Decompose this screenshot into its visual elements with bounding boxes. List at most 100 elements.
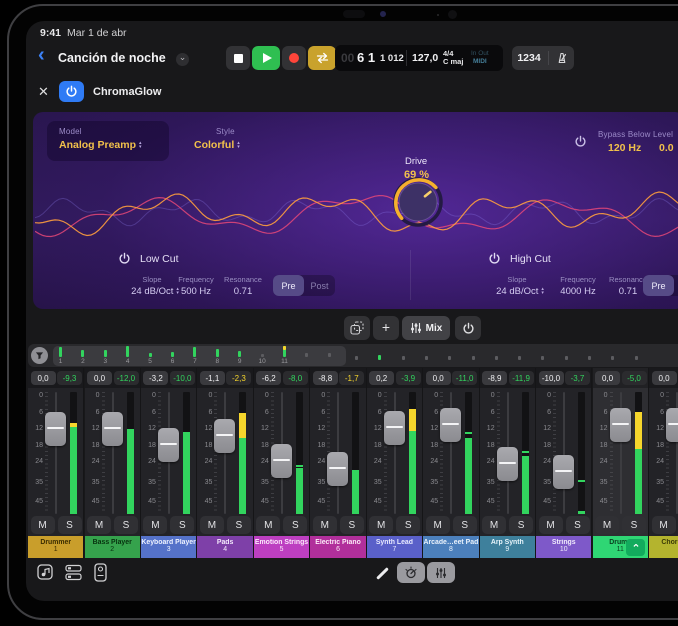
track-name-tab[interactable]: Bass Player2 bbox=[85, 536, 140, 558]
mute-button[interactable]: M bbox=[369, 516, 393, 534]
fader-value-chip[interactable]: 0,2 bbox=[369, 371, 394, 385]
fader-value-chip[interactable]: 0,0 bbox=[595, 371, 620, 385]
peak-value-chip[interactable]: -3,7 bbox=[565, 371, 590, 385]
solo-button[interactable]: S bbox=[396, 516, 420, 534]
solo-button[interactable]: S bbox=[170, 516, 194, 534]
fader-handle[interactable] bbox=[384, 411, 405, 445]
solo-button[interactable]: S bbox=[622, 516, 646, 534]
track-name-tab[interactable]: Chorus V bbox=[649, 536, 678, 558]
fader-handle[interactable] bbox=[271, 444, 292, 478]
track-name-tab[interactable]: Arp Synth9 bbox=[480, 536, 535, 558]
resonance-value[interactable]: 0.71 bbox=[234, 286, 253, 297]
mute-button[interactable]: M bbox=[426, 516, 450, 534]
metronome-icon[interactable] bbox=[555, 51, 569, 65]
count-in-button[interactable]: 1234 bbox=[517, 52, 540, 64]
fader-handle[interactable] bbox=[45, 412, 66, 446]
project-menu-chevron[interactable]: ⌄ bbox=[176, 53, 189, 66]
track-name-tab[interactable]: Synth Lead7 bbox=[367, 536, 422, 558]
mute-button[interactable]: M bbox=[87, 516, 111, 534]
mix-view-button[interactable]: Mix bbox=[402, 316, 450, 340]
mute-button[interactable]: M bbox=[313, 516, 337, 534]
fader-value-chip[interactable]: 0,0 bbox=[426, 371, 451, 385]
track-name-tab[interactable]: Keyboard Player3 bbox=[141, 536, 196, 558]
track-name-tab[interactable]: Emotion Strings5 bbox=[254, 536, 309, 558]
solo-button[interactable]: S bbox=[566, 516, 590, 534]
frequency-value[interactable]: 4000 Hz bbox=[560, 286, 595, 297]
peak-value-chip[interactable]: -1,7 bbox=[339, 371, 364, 385]
mute-button[interactable]: M bbox=[595, 516, 619, 534]
solo-button[interactable]: S bbox=[114, 516, 138, 534]
drive-knob[interactable] bbox=[390, 174, 446, 230]
mute-button[interactable]: M bbox=[143, 516, 167, 534]
peak-value-chip[interactable]: -8,0 bbox=[283, 371, 308, 385]
stop-button[interactable] bbox=[226, 46, 250, 70]
fader-handle[interactable] bbox=[158, 428, 179, 462]
fader-value-chip[interactable]: 0,0 bbox=[87, 371, 112, 385]
style-selector[interactable]: Style Colorful▴▾ bbox=[181, 121, 291, 161]
solo-button[interactable]: S bbox=[509, 516, 533, 534]
fader-handle[interactable] bbox=[214, 419, 235, 453]
bypass-value[interactable]: 120 Hz bbox=[608, 142, 641, 154]
fader-handle[interactable] bbox=[497, 447, 518, 481]
pre-button[interactable]: Pre bbox=[273, 275, 304, 296]
slope-value[interactable]: 24 dB/Oct▴▾ bbox=[131, 286, 179, 297]
fader-handle[interactable] bbox=[553, 455, 574, 489]
solo-button[interactable]: S bbox=[453, 516, 477, 534]
fader-value-chip[interactable]: 0,0 bbox=[31, 371, 56, 385]
track-name-tab[interactable]: Electric Piano6 bbox=[310, 536, 365, 558]
peak-value-chip[interactable]: -3,9 bbox=[396, 371, 421, 385]
project-title[interactable]: Canción de noche bbox=[58, 51, 166, 65]
track-name-tab[interactable]: Pads4 bbox=[197, 536, 252, 558]
peak-value-chip[interactable]: -12,0 bbox=[114, 371, 139, 385]
mixer-power-button[interactable] bbox=[455, 316, 481, 340]
fader-handle[interactable] bbox=[610, 408, 631, 442]
pencil-tool[interactable] bbox=[376, 567, 389, 580]
solo-button[interactable]: S bbox=[227, 516, 251, 534]
peak-value-chip[interactable]: -9,3 bbox=[57, 371, 82, 385]
peak-value-chip[interactable]: -2,3 bbox=[226, 371, 251, 385]
add-track-button[interactable]: + bbox=[373, 316, 399, 340]
post-button[interactable]: Post bbox=[674, 275, 678, 296]
fader-handle[interactable] bbox=[327, 452, 348, 486]
mute-button[interactable]: M bbox=[539, 516, 563, 534]
collapse-mixer-button[interactable]: ⌃ bbox=[626, 539, 645, 556]
high-cut-power-icon[interactable] bbox=[488, 252, 501, 265]
duplicate-button[interactable] bbox=[344, 316, 370, 340]
fader-value-chip[interactable]: -3,2 bbox=[143, 371, 168, 385]
mute-button[interactable]: M bbox=[200, 516, 224, 534]
fader-handle[interactable] bbox=[440, 408, 461, 442]
back-button[interactable]: ‹ bbox=[38, 44, 45, 67]
mute-button[interactable]: M bbox=[31, 516, 55, 534]
tracks-view-icon[interactable] bbox=[65, 564, 83, 581]
record-button[interactable] bbox=[282, 46, 306, 70]
track-name-tab[interactable]: Arcade…eet Pad8 bbox=[423, 536, 478, 558]
mixer-button[interactable] bbox=[427, 562, 455, 583]
peak-value-chip[interactable]: -5,0 bbox=[622, 371, 647, 385]
model-selector[interactable]: Model Analog Preamp▴▾ bbox=[47, 121, 169, 161]
fader-value-chip[interactable]: -6,2 bbox=[256, 371, 281, 385]
fader-handle[interactable] bbox=[102, 412, 123, 446]
lcd-display[interactable]: 00 6 1 1 012 127,0 4/4 C maj In Out MIDI bbox=[335, 45, 503, 71]
mute-button[interactable]: M bbox=[482, 516, 506, 534]
fader-value-chip[interactable]: 0,0 bbox=[652, 371, 677, 385]
solo-button[interactable]: S bbox=[58, 516, 82, 534]
track-name-tab[interactable]: Drummer1 bbox=[28, 536, 83, 558]
mute-button[interactable]: M bbox=[652, 516, 676, 534]
bypass-power-icon[interactable] bbox=[574, 135, 587, 148]
browser-icon[interactable] bbox=[37, 564, 55, 581]
fader-value-chip[interactable]: -1,1 bbox=[200, 371, 225, 385]
fader-value-chip[interactable]: -10,0 bbox=[539, 371, 564, 385]
automation-button[interactable] bbox=[397, 562, 425, 583]
play-button[interactable] bbox=[252, 46, 280, 70]
slope-value[interactable]: 24 dB/Oct▴▾ bbox=[496, 286, 544, 297]
resonance-value[interactable]: 0.71 bbox=[619, 286, 638, 297]
solo-button[interactable]: S bbox=[283, 516, 307, 534]
fader-value-chip[interactable]: -8,9 bbox=[482, 371, 507, 385]
close-plugin-button[interactable]: ✕ bbox=[38, 84, 49, 100]
frequency-value[interactable]: 500 Hz bbox=[181, 286, 211, 297]
fader-handle[interactable] bbox=[666, 408, 678, 442]
fader-value-chip[interactable]: -8,8 bbox=[313, 371, 338, 385]
peak-value-chip[interactable]: -11,9 bbox=[509, 371, 534, 385]
peak-value-chip[interactable]: -11,0 bbox=[452, 371, 477, 385]
plugin-power-button[interactable] bbox=[59, 81, 84, 102]
